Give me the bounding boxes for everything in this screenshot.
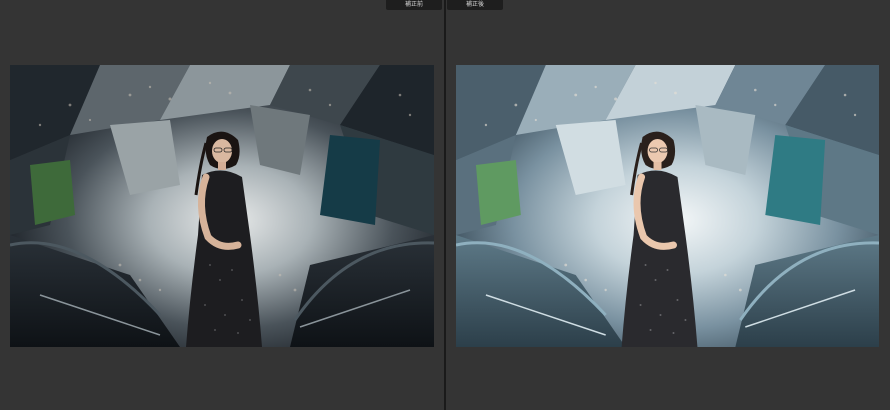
after-photo-image <box>456 65 879 347</box>
before-after-comparison-view: 補正前 補正後 <box>0 0 890 410</box>
before-photo <box>10 65 434 347</box>
before-photo-image <box>10 65 434 347</box>
after-photo <box>456 65 879 347</box>
split-divider[interactable] <box>444 0 446 410</box>
before-label: 補正前 <box>386 0 442 10</box>
after-label: 補正後 <box>447 0 503 10</box>
